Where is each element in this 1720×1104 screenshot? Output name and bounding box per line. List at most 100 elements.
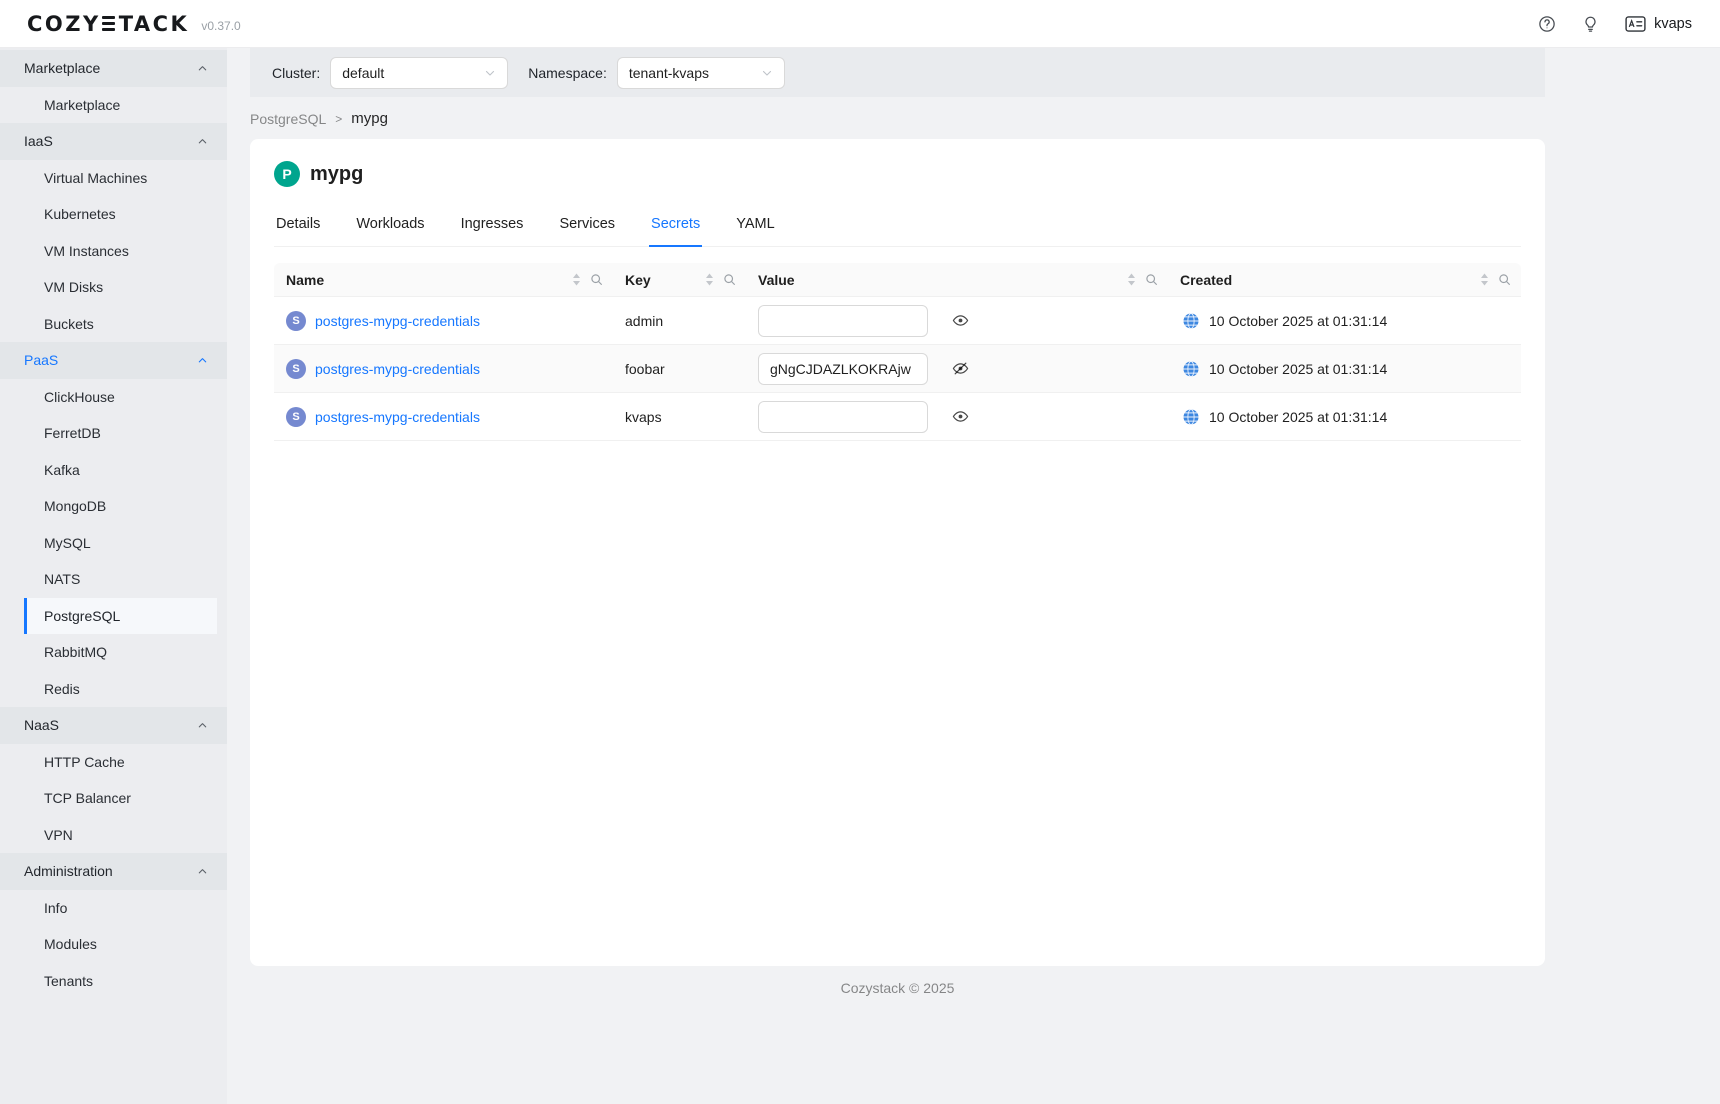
sidebar-item-mongodb[interactable]: MongoDB xyxy=(0,488,227,525)
tab-details[interactable]: Details xyxy=(274,203,322,246)
lightbulb-icon[interactable] xyxy=(1582,15,1599,33)
resource-card: P mypg DetailsWorkloadsIngressesServices… xyxy=(250,139,1545,966)
created-date: 10 October 2025 at 01:31:14 xyxy=(1209,313,1387,329)
sidebar-section-iaas[interactable]: IaaS xyxy=(0,123,227,160)
sort-icon[interactable] xyxy=(1480,273,1489,286)
breadcrumb-separator: > xyxy=(335,112,342,126)
sort-icon[interactable] xyxy=(1127,273,1136,286)
chevron-up-icon xyxy=(197,720,208,731)
sidebar-section-paas[interactable]: PaaS xyxy=(0,342,227,379)
secret-name-link[interactable]: postgres-mypg-credentials xyxy=(315,361,480,377)
logo-text-right: TACK xyxy=(119,12,190,36)
sidebar-item-http-cache[interactable]: HTTP Cache xyxy=(0,744,227,781)
table-body: Spostgres-mypg-credentialsadmin10 Octobe… xyxy=(274,297,1521,441)
tab-secrets[interactable]: Secrets xyxy=(649,203,702,246)
sidebar-item-clickhouse[interactable]: ClickHouse xyxy=(0,379,227,416)
secret-name-link[interactable]: postgres-mypg-credentials xyxy=(315,313,480,329)
column-header-value: Value xyxy=(746,263,1168,296)
secret-key: kvaps xyxy=(625,409,662,425)
eye-icon[interactable] xyxy=(952,312,969,329)
id-badge-icon xyxy=(1625,16,1646,32)
column-title: Value xyxy=(758,272,795,288)
sidebar-item-nats[interactable]: NATS xyxy=(0,561,227,598)
namespace-select-value: tenant-kvaps xyxy=(629,65,709,81)
chevron-up-icon xyxy=(197,355,208,366)
sidebar-item-tcp-balancer[interactable]: TCP Balancer xyxy=(0,780,227,817)
help-icon[interactable] xyxy=(1538,15,1556,33)
sidebar-item-vm-instances[interactable]: VM Instances xyxy=(0,233,227,270)
sidebar-item-rabbitmq[interactable]: RabbitMQ xyxy=(0,634,227,671)
chevron-up-icon xyxy=(197,63,208,74)
column-search-icon[interactable] xyxy=(590,273,603,286)
logo-text-left: COZY xyxy=(27,12,101,36)
sidebar-item-kubernetes[interactable]: Kubernetes xyxy=(0,196,227,233)
globe-icon xyxy=(1182,312,1200,330)
table-row: Spostgres-mypg-credentialskvaps10 Octobe… xyxy=(274,393,1521,441)
postgres-avatar: P xyxy=(274,161,300,187)
breadcrumb-parent[interactable]: PostgreSQL xyxy=(250,111,326,127)
eye-off-icon[interactable] xyxy=(952,360,969,377)
main-area: Cluster: default Namespace: tenant-kvaps… xyxy=(227,48,1720,1104)
sort-icon[interactable] xyxy=(572,273,581,286)
chevron-down-icon xyxy=(484,67,496,79)
table-row: Spostgres-mypg-credentialsadmin10 Octobe… xyxy=(274,297,1521,345)
column-header-name: Name xyxy=(274,263,613,296)
namespace-label: Namespace: xyxy=(528,65,607,81)
table-row: Spostgres-mypg-credentialsfoobar10 Octob… xyxy=(274,345,1521,393)
breadcrumb-current: mypg xyxy=(351,110,388,127)
user-menu[interactable]: kvaps xyxy=(1625,16,1692,32)
secret-value-input[interactable] xyxy=(758,353,928,385)
cluster-label: Cluster: xyxy=(272,65,320,81)
chevron-up-icon xyxy=(197,866,208,877)
sort-icon[interactable] xyxy=(705,273,714,286)
sidebar-item-modules[interactable]: Modules xyxy=(0,926,227,963)
sidebar-item-info[interactable]: Info xyxy=(0,890,227,927)
cluster-select[interactable]: default xyxy=(330,57,508,89)
sidebar-item-marketplace[interactable]: Marketplace xyxy=(0,87,227,124)
context-toolbar: Cluster: default Namespace: tenant-kvaps xyxy=(250,48,1545,97)
chevron-down-icon xyxy=(761,67,773,79)
table-header-row: NameKeyValueCreated xyxy=(274,263,1521,297)
user-name: kvaps xyxy=(1654,16,1692,32)
secrets-table: NameKeyValueCreated Spostgres-mypg-crede… xyxy=(274,263,1521,441)
sidebar: MarketplaceMarketplaceIaaSVirtual Machin… xyxy=(0,48,227,1104)
sidebar-item-postgresql[interactable]: PostgreSQL xyxy=(24,598,217,635)
secret-value-input[interactable] xyxy=(758,401,928,433)
sidebar-item-virtual-machines[interactable]: Virtual Machines xyxy=(0,160,227,197)
app-logo[interactable]: COZY TACK v0.37.0 xyxy=(27,12,241,36)
sidebar-item-vpn[interactable]: VPN xyxy=(0,817,227,854)
secret-value-input[interactable] xyxy=(758,305,928,337)
secret-key: admin xyxy=(625,313,663,329)
column-title: Key xyxy=(625,272,651,288)
namespace-select[interactable]: tenant-kvaps xyxy=(617,57,785,89)
sidebar-item-redis[interactable]: Redis xyxy=(0,671,227,708)
sidebar-item-kafka[interactable]: Kafka xyxy=(0,452,227,489)
column-search-icon[interactable] xyxy=(1498,273,1511,286)
tab-yaml[interactable]: YAML xyxy=(734,203,776,246)
breadcrumb: PostgreSQL > mypg xyxy=(250,110,1545,127)
created-date: 10 October 2025 at 01:31:14 xyxy=(1209,409,1387,425)
sidebar-item-ferretdb[interactable]: FerretDB xyxy=(0,415,227,452)
sidebar-section-naas[interactable]: NaaS xyxy=(0,707,227,744)
column-title: Name xyxy=(286,272,324,288)
sidebar-item-buckets[interactable]: Buckets xyxy=(0,306,227,343)
created-date: 10 October 2025 at 01:31:14 xyxy=(1209,361,1387,377)
secret-name-link[interactable]: postgres-mypg-credentials xyxy=(315,409,480,425)
globe-icon xyxy=(1182,360,1200,378)
app-header: COZY TACK v0.37.0 kvaps xyxy=(0,0,1720,48)
tab-ingresses[interactable]: Ingresses xyxy=(459,203,526,246)
sidebar-item-mysql[interactable]: MySQL xyxy=(0,525,227,562)
column-header-key: Key xyxy=(613,263,746,296)
sidebar-item-tenants[interactable]: Tenants xyxy=(0,963,227,1000)
sidebar-item-vm-disks[interactable]: VM Disks xyxy=(0,269,227,306)
column-search-icon[interactable] xyxy=(1145,273,1158,286)
sidebar-section-administration[interactable]: Administration xyxy=(0,853,227,890)
tab-workloads[interactable]: Workloads xyxy=(354,203,426,246)
secret-key: foobar xyxy=(625,361,665,377)
sidebar-section-marketplace[interactable]: Marketplace xyxy=(0,50,227,87)
column-search-icon[interactable] xyxy=(723,273,736,286)
globe-icon xyxy=(1182,408,1200,426)
tabs: Details Workloads Ingresses Services Secrets… xyxy=(274,203,1521,247)
eye-icon[interactable] xyxy=(952,408,969,425)
tab-services[interactable]: Services xyxy=(557,203,617,246)
